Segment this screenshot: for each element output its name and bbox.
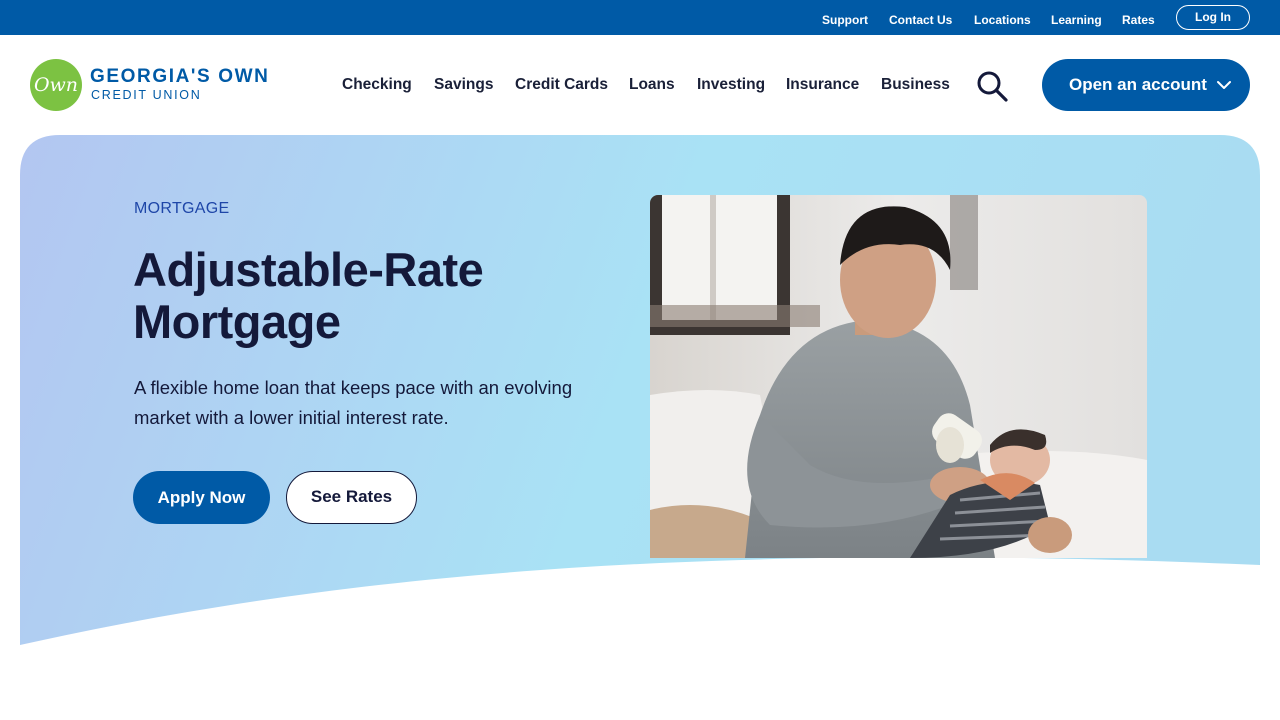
utility-bar: Support Contact Us Locations Learning Ra…: [0, 0, 1280, 35]
father-feeding-baby-photo: [650, 195, 1147, 558]
search-button[interactable]: [975, 69, 1009, 103]
login-button[interactable]: Log In: [1176, 5, 1250, 30]
hero-eyebrow: MORTGAGE: [134, 200, 230, 217]
page-title: Adjustable-Rate Mortgage: [133, 243, 484, 348]
see-rates-button[interactable]: See Rates: [286, 471, 417, 524]
nav-item-checking[interactable]: Checking: [342, 75, 412, 94]
nav-item-credit-cards[interactable]: Credit Cards: [515, 75, 608, 94]
brand-logo[interactable]: Own GEORGIA'S OWN CREDIT UNION: [30, 59, 280, 111]
open-account-label: Open an account: [1069, 75, 1207, 94]
nav-item-investing[interactable]: Investing: [697, 75, 765, 94]
nav-item-insurance[interactable]: Insurance: [786, 75, 859, 94]
utility-link-rates[interactable]: Rates: [1122, 13, 1155, 27]
logo-mark: Own: [30, 59, 82, 111]
utility-link-learning[interactable]: Learning: [1051, 13, 1102, 27]
nav-item-savings[interactable]: Savings: [434, 75, 493, 94]
open-account-button[interactable]: Open an account: [1042, 59, 1250, 111]
utility-link-locations[interactable]: Locations: [974, 13, 1031, 27]
chevron-down-icon: [1217, 81, 1231, 89]
search-icon: [977, 71, 1008, 102]
nav-item-business[interactable]: Business: [881, 75, 950, 94]
nav-item-loans[interactable]: Loans: [629, 75, 675, 94]
hero-description: A flexible home loan that keeps pace wit…: [134, 377, 573, 428]
logo-subname: CREDIT UNION: [91, 88, 202, 102]
hero-image: [650, 195, 1147, 558]
logo-name: GEORGIA'S OWN: [90, 66, 270, 87]
utility-link-contact-us[interactable]: Contact Us: [889, 13, 952, 27]
utility-link-support[interactable]: Support: [822, 13, 868, 27]
apply-now-button[interactable]: Apply Now: [133, 471, 270, 524]
